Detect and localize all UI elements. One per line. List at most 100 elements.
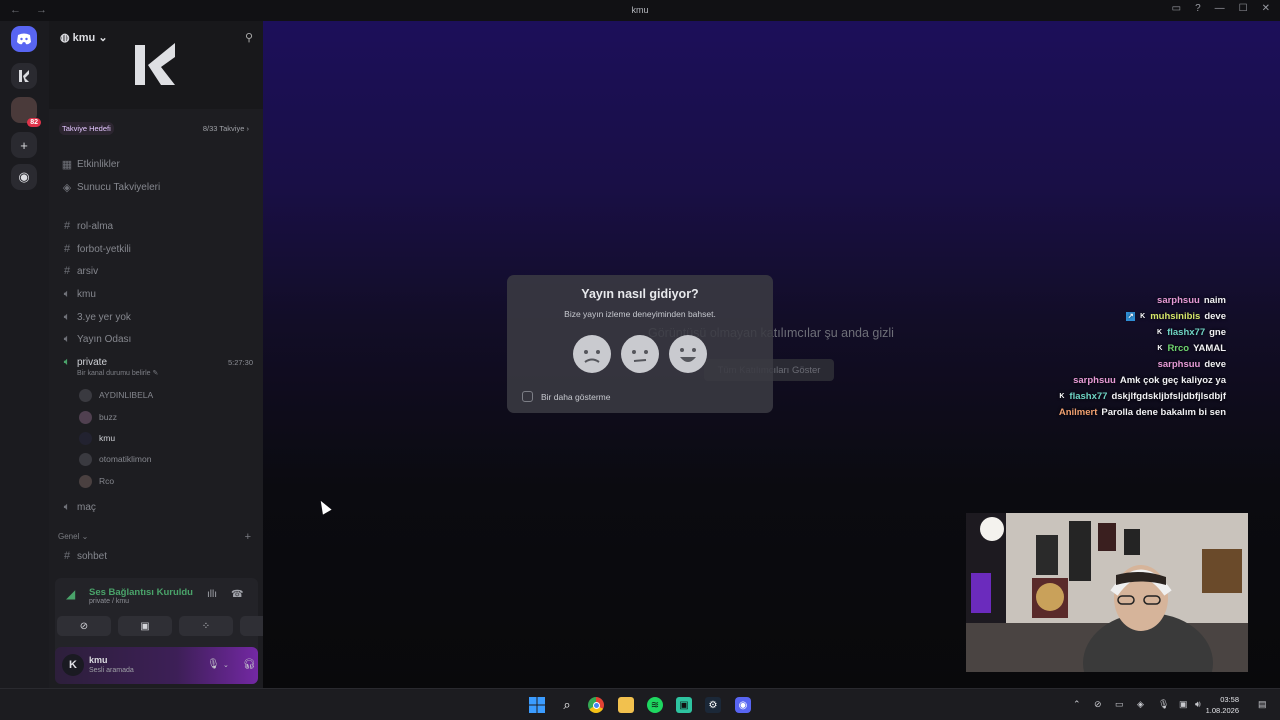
help-icon[interactable]: ?: [1195, 3, 1201, 14]
boost-goal[interactable]: Takviye Hedefi 8/33 Takviye ›: [59, 120, 249, 136]
window-title-text: kmu: [631, 5, 649, 15]
chat-message: sarphsuu Amk çok geç kaliyoz ya: [1073, 372, 1226, 388]
screen-share-button[interactable]: ▣: [118, 616, 172, 636]
server-logo: [135, 43, 175, 85]
boost-goal-label: Takviye Hedefi: [59, 122, 114, 135]
maximize-icon[interactable]: ☐: [1239, 3, 1248, 14]
badge-icon: K: [1140, 312, 1146, 320]
chat-username: Anilmert: [1058, 406, 1098, 418]
activities-button[interactable]: ⁘: [179, 616, 233, 636]
microphone-icon[interactable]: 🎙︎: [207, 659, 220, 670]
spotify-icon[interactable]: ≋: [647, 697, 663, 713]
voice-user[interactable]: otomatiklimon: [79, 450, 151, 468]
voice-channel-yayin-odasi[interactable]: 🔈︎ Yayın Odası: [59, 329, 253, 349]
boost-icon: ◈: [62, 181, 72, 194]
windows-start-icon[interactable]: [529, 697, 545, 713]
search-icon[interactable]: ⌕: [559, 697, 575, 713]
inbox-icon[interactable]: ▭: [1172, 3, 1181, 14]
explore-icon[interactable]: ◉: [11, 164, 37, 190]
chat-text: deve: [1204, 310, 1226, 322]
channel-rol-alma[interactable]: # rol-alma: [59, 216, 253, 236]
title-bar: ← → kmu ▭ ? — ☐ ✕: [0, 0, 1280, 21]
boost-goal-count: 8/33 Takviye ›: [202, 124, 249, 133]
disconnect-icon[interactable]: ☎: [231, 589, 243, 600]
close-icon[interactable]: ✕: [1262, 3, 1270, 14]
voice-channel-kmu[interactable]: 🔈︎ kmu: [59, 284, 253, 304]
channel-status-hint[interactable]: Bir kanal durumu belirle ✎: [77, 369, 158, 377]
voice-user[interactable]: kmu: [79, 429, 115, 447]
voice-channel-private[interactable]: 🔈︎ private 5:27:30 Bir kanal durumu beli…: [59, 352, 253, 378]
neutral-face-icon[interactable]: [621, 335, 659, 373]
server-folder-icon[interactable]: 82: [11, 97, 41, 127]
chat-message: K flashx77 gne: [1155, 324, 1226, 340]
discord-taskbar-icon[interactable]: ◉: [735, 697, 751, 713]
hash-icon: #: [63, 550, 71, 562]
network-off-icon[interactable]: ⊘: [1094, 699, 1102, 710]
chat-message: sarphsuu deve: [1158, 356, 1226, 372]
voice-user[interactable]: AYDINLIBELA: [79, 386, 153, 404]
server-name[interactable]: ◍ kmu ⌄: [60, 31, 108, 44]
server-banner: ◍ kmu ⌄ ⚲: [49, 21, 263, 109]
user-name[interactable]: kmu: [89, 655, 108, 665]
voice-user[interactable]: buzz: [79, 408, 117, 426]
voice-channel-3-ye-yer-yok[interactable]: 🔈︎ 3.ye yer yok: [59, 307, 253, 327]
channel-server-boosts[interactable]: ◈ Sunucu Takviyeleri: [59, 177, 253, 197]
avatar: [79, 474, 92, 488]
invite-icon[interactable]: ⚲: [245, 31, 253, 44]
camera-button[interactable]: ⊘: [57, 616, 111, 636]
channel-forbot-yetkili[interactable]: # forbot-yetkili: [59, 239, 253, 259]
system-clock[interactable]: 03:58 1.08.2026: [1206, 694, 1239, 716]
dont-show-again-checkbox[interactable]: [522, 391, 533, 402]
chat-text: Amk çok geç kaliyoz ya: [1119, 374, 1226, 386]
webcam-feed: [966, 513, 1248, 672]
speaker-icon: 🔈︎: [63, 355, 71, 368]
kmu-server-icon[interactable]: [11, 63, 37, 89]
camera-off-icon: ⊘: [79, 620, 89, 632]
kick-app-icon[interactable]: ▣: [676, 697, 692, 713]
battery-icon[interactable]: ▭: [1115, 699, 1124, 710]
headphones-icon[interactable]: 🎧︎: [243, 659, 256, 670]
file-explorer-icon[interactable]: [618, 697, 634, 713]
shield-icon[interactable]: ◈: [1137, 699, 1144, 710]
volume-icon[interactable]: 🔊︎: [1195, 699, 1201, 710]
chat-username: Rrco: [1167, 342, 1190, 354]
speaker-icon: 🔈︎: [63, 287, 71, 300]
avatar: [79, 431, 92, 445]
discord-home-icon[interactable]: [11, 26, 37, 52]
add-channel-icon[interactable]: +: [245, 531, 251, 543]
avatar: [79, 452, 92, 466]
voice-duration: 5:27:30: [227, 357, 253, 367]
voice-channel-path[interactable]: private / kmu: [89, 598, 129, 605]
hash-icon: #: [63, 243, 71, 255]
chat-message: K Rrco YAMAL: [1155, 340, 1226, 356]
display-icon[interactable]: ▣: [1179, 699, 1188, 710]
signal-icon[interactable]: ◢: [66, 587, 75, 601]
modal-subtitle: Bize yayın izleme deneyiminden bahset.: [564, 309, 716, 319]
category-genel[interactable]: Genel ⌄ +: [58, 531, 251, 543]
voice-channel-mac[interactable]: 🔈︎ maç: [59, 497, 253, 517]
channel-arsiv[interactable]: # arsiv: [59, 261, 253, 281]
channel-events[interactable]: ▦ Etkinlikler: [59, 154, 253, 174]
noise-suppression-icon[interactable]: ıllı: [207, 589, 217, 600]
sad-face-icon[interactable]: [573, 335, 611, 373]
chat-text: dskjlfgdskljbfsljdbfjlsdbjf: [1111, 390, 1226, 402]
microphone-tray-icon[interactable]: 🎙︎: [1158, 699, 1169, 710]
dont-show-again-label[interactable]: Bir daha gösterme: [541, 392, 610, 402]
taskbar: ⌕ ≋ ▣ ⚙ ◉ ⌃ ⊘ ▭ ◈ 🎙︎ ▣ 🔊︎ 03:58 1.08.202…: [0, 688, 1280, 720]
steam-icon[interactable]: ⚙: [705, 697, 721, 713]
avatar: [79, 388, 92, 402]
minimize-icon[interactable]: —: [1215, 3, 1225, 14]
speaker-icon: 🔈︎: [63, 500, 71, 513]
chat-message: K flashx77 dskjlfgdskljbfsljdbfjlsdbjf: [1057, 388, 1226, 404]
voice-user[interactable]: Rco: [79, 472, 114, 490]
chat-text: Parolla dene bakalım bi sen: [1101, 406, 1226, 418]
chevron-up-icon[interactable]: ⌃: [1073, 699, 1081, 710]
channel-sohbet[interactable]: # sohbet: [59, 546, 253, 566]
happy-face-icon[interactable]: [669, 335, 707, 373]
add-server-icon[interactable]: +: [11, 132, 37, 158]
chrome-icon[interactable]: [588, 697, 604, 713]
user-status: Sesli aramada: [89, 667, 134, 674]
chevron-down-icon[interactable]: ⌄: [223, 661, 229, 669]
notification-icon[interactable]: ▤: [1258, 699, 1267, 710]
avatar[interactable]: K: [62, 654, 84, 676]
